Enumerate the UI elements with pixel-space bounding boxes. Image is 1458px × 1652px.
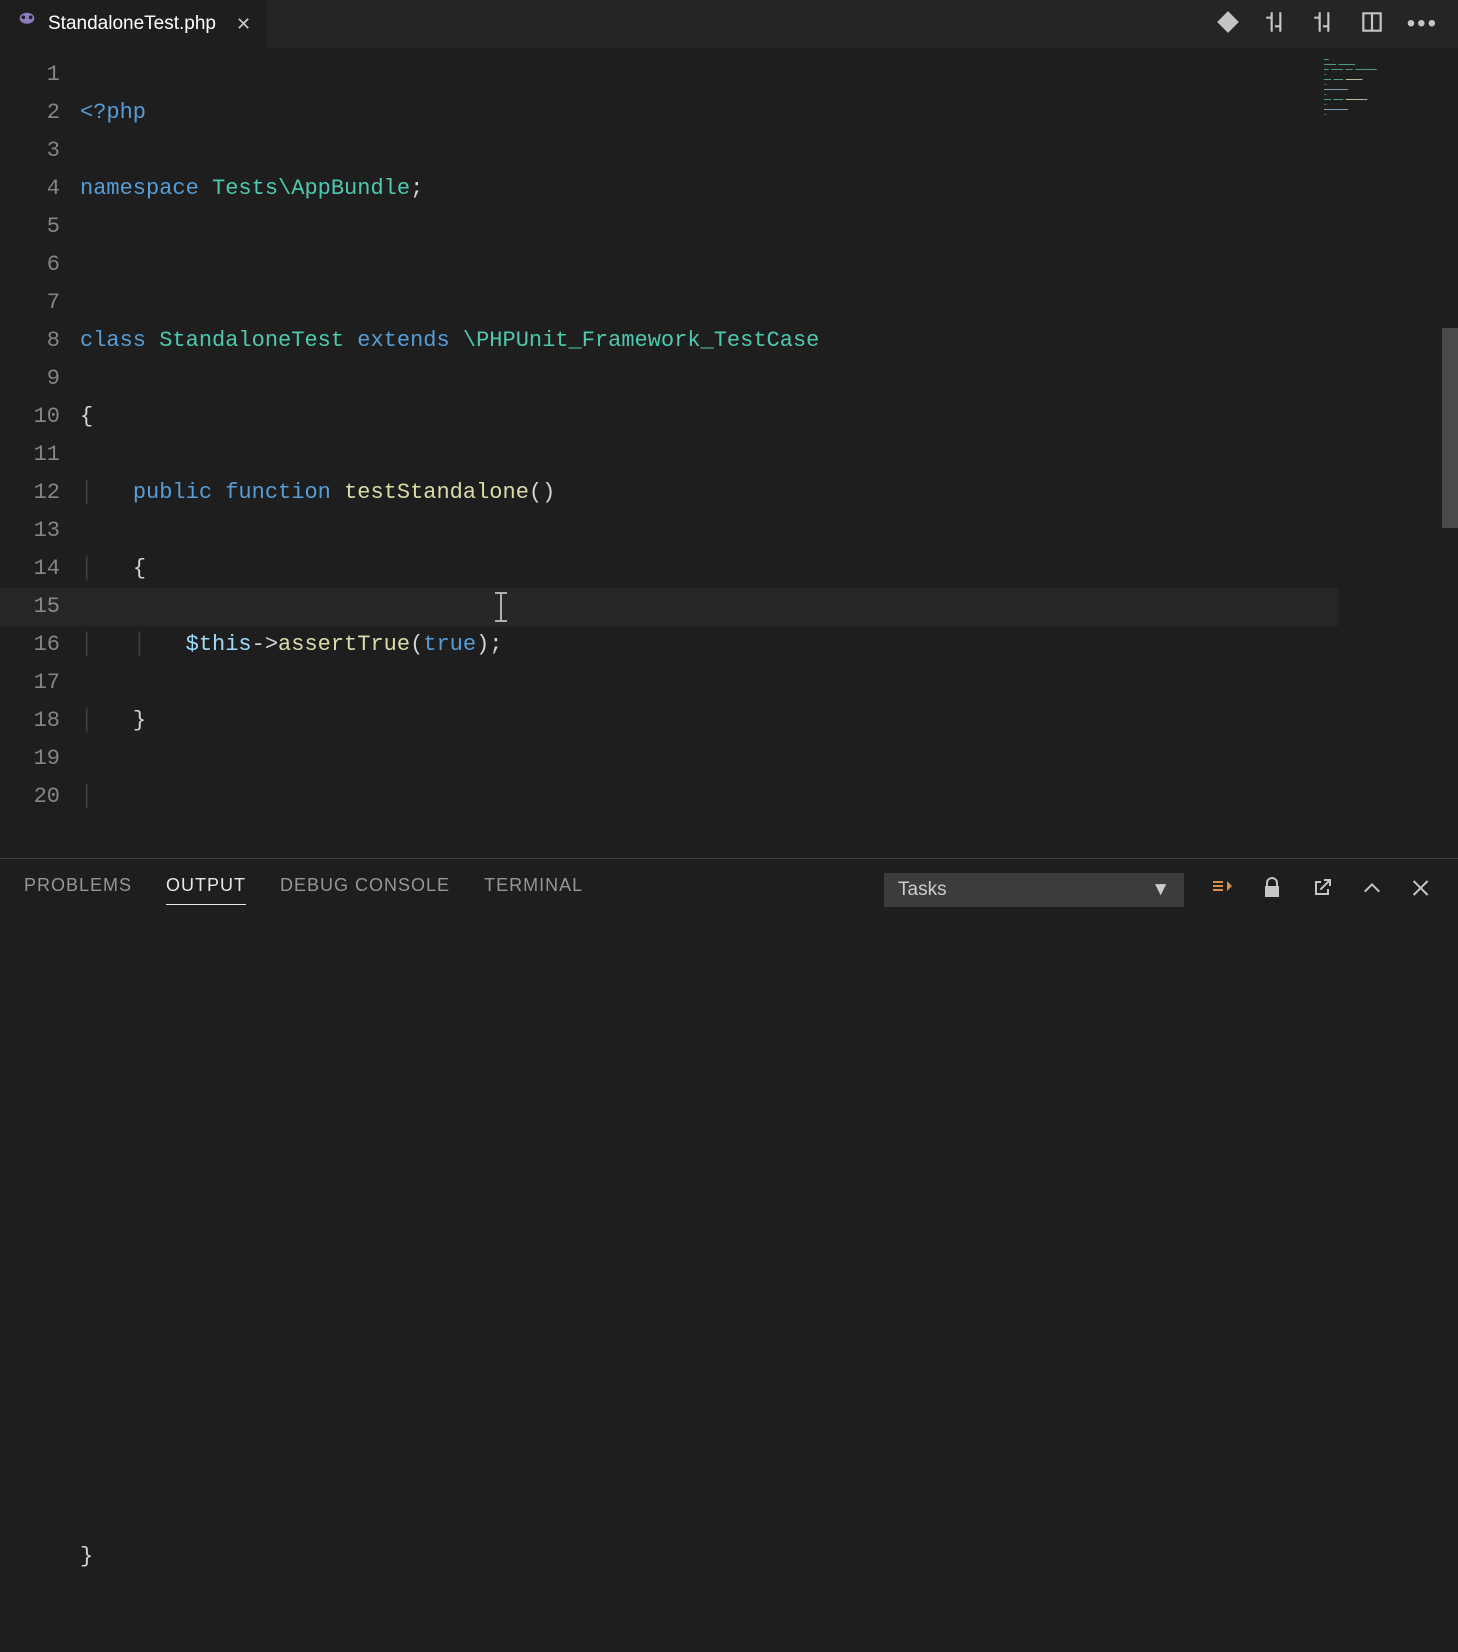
code-token: namespace [80, 170, 199, 208]
compare-icon[interactable] [1263, 9, 1289, 40]
panel-actions: Tasks ▼ [884, 873, 1434, 907]
clear-output-icon[interactable] [1210, 876, 1234, 905]
line-number: 1 [0, 56, 80, 94]
code-token: Tests\AppBundle [212, 170, 410, 208]
code-token: public [133, 474, 212, 512]
tab-terminal[interactable]: TERMINAL [484, 875, 583, 905]
code-token: extends [357, 322, 449, 360]
line-number: 8 [0, 322, 80, 360]
line-number: 12 [0, 474, 80, 512]
code-token: -> [252, 626, 278, 664]
code-token: ); [476, 626, 502, 664]
line-number: 20 [0, 778, 80, 816]
compare-icon-2[interactable] [1311, 9, 1337, 40]
code-token: class [80, 322, 146, 360]
line-number: 14 [0, 550, 80, 588]
code-content[interactable]: <?php namespace Tests\AppBundle; class S… [80, 48, 819, 858]
line-number-gutter: 1 2 3 4 5 6 7 8 9 10 11 12 13 14 15 16 1… [0, 48, 80, 858]
scrollbar-thumb[interactable] [1442, 328, 1458, 528]
line-number: 17 [0, 664, 80, 702]
close-panel-icon[interactable] [1410, 876, 1434, 905]
editor-area[interactable]: 1 2 3 4 5 6 7 8 9 10 11 12 13 14 15 16 1… [0, 48, 1458, 858]
panel-tabs: PROBLEMS OUTPUT DEBUG CONSOLE TERMINAL [24, 875, 583, 905]
split-editor-icon[interactable] [1359, 9, 1385, 40]
line-number: 11 [0, 436, 80, 474]
code-token: <?php [80, 94, 146, 132]
panel-header: PROBLEMS OUTPUT DEBUG CONSOLE TERMINAL T… [0, 859, 1458, 911]
line-number: 16 [0, 626, 80, 664]
tab-problems[interactable]: PROBLEMS [24, 875, 132, 905]
lock-scroll-icon[interactable] [1260, 876, 1284, 905]
line-number: 6 [0, 246, 80, 284]
tabs-container: StandaloneTest.php ✕ [0, 0, 267, 48]
code-token: StandaloneTest [159, 322, 344, 360]
editor-scrollbar[interactable] [1442, 48, 1458, 858]
line-number: 18 [0, 702, 80, 740]
bottom-panel: PROBLEMS OUTPUT DEBUG CONSOLE TERMINAL T… [0, 858, 1458, 1524]
code-token: ( [410, 626, 423, 664]
more-icon[interactable]: ••• [1407, 10, 1438, 38]
line-number: 9 [0, 360, 80, 398]
line-number: 7 [0, 284, 80, 322]
editor-actions: ••• [1215, 9, 1458, 40]
line-number: 10 [0, 398, 80, 436]
minimap[interactable]: ▬▬▬▬▬▬▬ ▬▬▬▬▬▬▬▬▬ ▬▬▬▬▬ ▬▬▬ ▬▬▬▬▬▬▬▬▬▬ ▬… [1322, 56, 1442, 131]
code-token: assertTrue [278, 626, 410, 664]
close-icon[interactable]: ✕ [236, 14, 251, 35]
open-log-icon[interactable] [1310, 876, 1334, 905]
line-number: 19 [0, 740, 80, 778]
select-value: Tasks [898, 879, 947, 901]
output-body[interactable] [0, 911, 1458, 1524]
code-token: { [133, 550, 146, 588]
code-token: () [529, 474, 555, 512]
line-number: 2 [0, 94, 80, 132]
line-number: 3 [0, 132, 80, 170]
code-token: true [423, 626, 476, 664]
chevron-down-icon: ▼ [1151, 879, 1170, 901]
tab-output[interactable]: OUTPUT [166, 875, 246, 905]
code-token: } [80, 1538, 93, 1576]
code-token: { [80, 398, 93, 436]
line-number: 13 [0, 512, 80, 550]
text-cursor [500, 592, 502, 622]
tab-standalonetest[interactable]: StandaloneTest.php ✕ [0, 0, 267, 48]
tab-bar: StandaloneTest.php ✕ ••• [0, 0, 1458, 48]
code-token: ; [410, 170, 423, 208]
code-token: \PHPUnit_Framework_TestCase [463, 322, 819, 360]
tab-debug-console[interactable]: DEBUG CONSOLE [280, 875, 450, 905]
code-token: } [133, 702, 146, 740]
maximize-panel-icon[interactable] [1360, 876, 1384, 905]
tab-filename: StandaloneTest.php [48, 13, 216, 35]
code-token: testStandalone [344, 474, 529, 512]
line-number: 5 [0, 208, 80, 246]
code-token: $this [186, 626, 252, 664]
line-number: 4 [0, 170, 80, 208]
php-file-icon [16, 10, 38, 38]
code-token: function [225, 474, 331, 512]
output-channel-select[interactable]: Tasks ▼ [884, 873, 1184, 907]
diff-icon[interactable] [1215, 9, 1241, 40]
